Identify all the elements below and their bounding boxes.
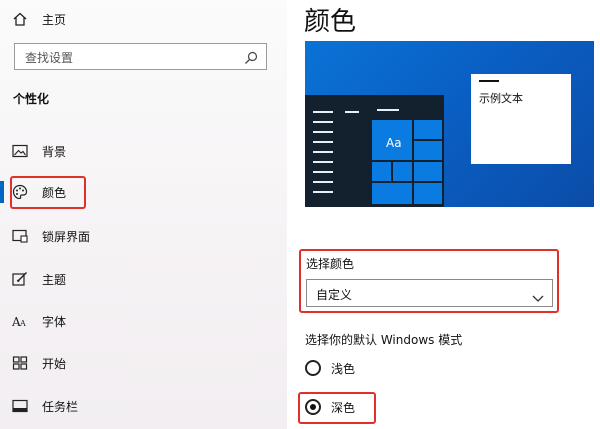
sidebar-item-label: 主题 <box>42 272 67 287</box>
active-indicator <box>0 181 4 203</box>
mode-label: 选择你的默认 Windows 模式 <box>305 333 463 347</box>
preview-sample-text: 示例文本 <box>479 92 523 105</box>
sidebar-item-taskbar[interactable]: 任务栏 <box>12 395 78 417</box>
highlight-box-dark-mode <box>298 392 376 424</box>
mode-option-label: 浅色 <box>331 361 356 376</box>
home-label: 主页 <box>42 12 67 27</box>
highlight-box-colors <box>10 176 86 209</box>
home-icon <box>12 11 28 27</box>
sidebar-item-label: 锁屏界面 <box>42 229 91 244</box>
sidebar-item-fonts[interactable]: AA 字体 <box>12 310 66 332</box>
sidebar-item-label: 开始 <box>42 356 67 371</box>
search-placeholder: 查找设置 <box>25 51 74 65</box>
preview-tile-text: Aa <box>386 136 402 150</box>
start-icon <box>12 355 28 371</box>
settings-search-input[interactable]: 查找设置 <box>14 43 267 70</box>
page-title: 颜色 <box>304 7 357 37</box>
theme-preview: Aa 示例文本 <box>305 41 594 207</box>
sidebar-item-lock-screen[interactable]: 锁屏界面 <box>12 225 90 247</box>
radio-light[interactable] <box>305 360 321 376</box>
mode-option-light[interactable]: 浅色 <box>305 358 355 378</box>
search-icon <box>244 50 258 64</box>
sidebar-item-label: 字体 <box>42 314 67 329</box>
sidebar-item-background[interactable]: 背景 <box>12 140 66 162</box>
settings-sidebar: 主页 查找设置 个性化 背景 颜色 锁屏界面 主题 A A 字体 开始 任务栏 <box>0 0 287 429</box>
preview-tiles: Aa <box>372 120 442 206</box>
theme-icon <box>12 271 28 287</box>
font-icon: AA <box>12 313 28 329</box>
svg-text:A: A <box>19 319 26 328</box>
sidebar-item-label: 任务栏 <box>42 399 79 414</box>
sidebar-item-start[interactable]: 开始 <box>12 352 66 374</box>
taskbar-icon <box>12 398 28 414</box>
sidebar-item-themes[interactable]: 主题 <box>12 268 66 290</box>
home-nav-item[interactable]: 主页 <box>12 9 66 29</box>
section-title-personalization: 个性化 <box>13 92 50 106</box>
lock-screen-icon <box>12 228 28 244</box>
image-icon <box>12 143 28 159</box>
preview-window: 示例文本 <box>471 74 571 164</box>
highlight-box-choose-color <box>299 249 559 313</box>
sidebar-item-label: 背景 <box>42 144 67 159</box>
